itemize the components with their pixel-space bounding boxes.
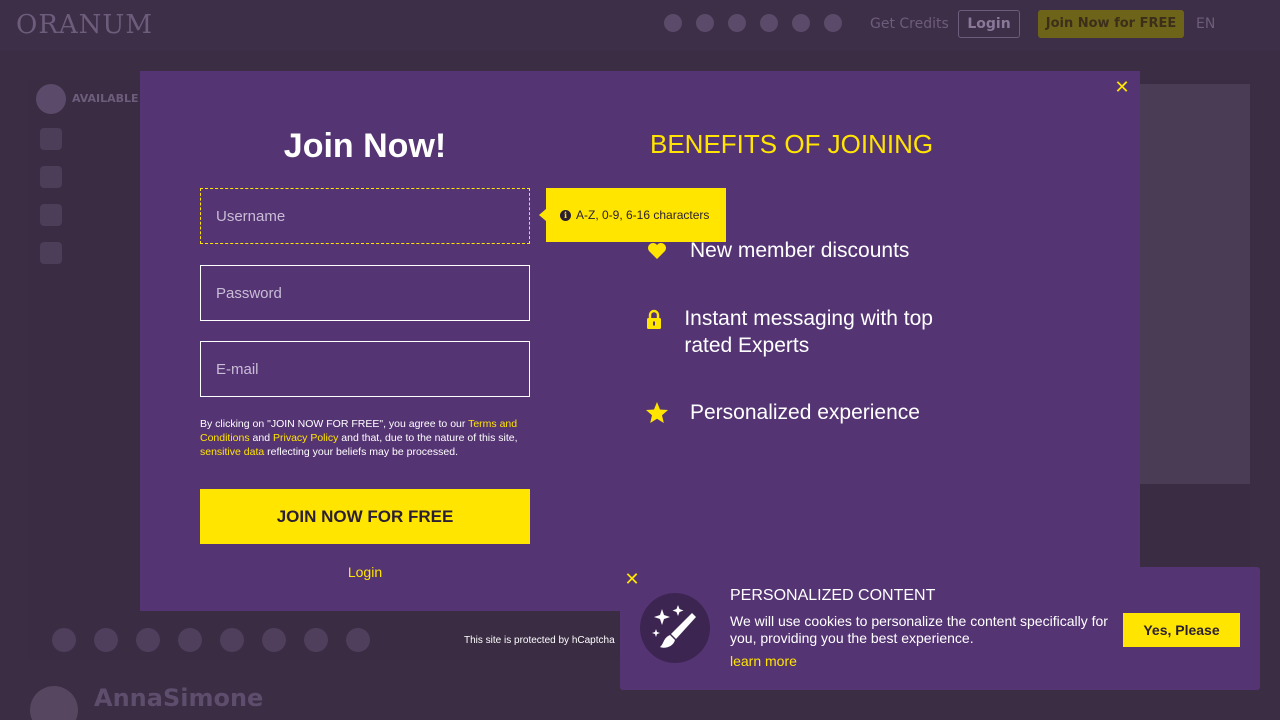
join-now-button[interactable]: JOIN NOW FOR FREE — [200, 489, 530, 544]
login-link[interactable]: Login — [200, 564, 530, 580]
terms-middle: and that, due to the nature of this site… — [338, 432, 518, 444]
expert-name: AnnaSimone — [94, 684, 264, 712]
alerts-icon[interactable] — [696, 14, 714, 32]
toolbar-icon[interactable] — [94, 628, 118, 652]
info-icon: i — [560, 209, 571, 221]
terms-and: and — [249, 432, 273, 444]
benefit-item: New member discounts — [646, 237, 909, 264]
heart-icon[interactable] — [40, 204, 62, 226]
privacy-policy-link[interactable]: Privacy Policy — [273, 432, 338, 444]
availability-status: AVAILABLE — [72, 92, 139, 105]
username-hint-tooltip: i A-Z, 0-9, 6-16 characters — [539, 188, 726, 242]
email-input[interactable] — [200, 341, 530, 397]
benefit-text: New member discounts — [690, 239, 910, 262]
benefits-title: BENEFITS OF JOINING — [650, 129, 934, 159]
benefit-item: Personalized experience — [646, 399, 920, 426]
gift-icon[interactable] — [40, 242, 62, 264]
toolbar-icon[interactable] — [346, 628, 370, 652]
experts-icon[interactable] — [664, 14, 682, 32]
favorite-icon[interactable] — [40, 128, 62, 150]
lock-icon — [646, 305, 662, 332]
toolbar-icon[interactable] — [178, 628, 202, 652]
close-icon[interactable]: ✕ — [1112, 77, 1132, 99]
header-nav-icons — [664, 14, 842, 32]
join-title: Join Now! — [283, 127, 447, 165]
terms-notice: By clicking on "JOIN NOW FOR FREE", you … — [200, 417, 530, 459]
crown-icon[interactable] — [728, 14, 746, 32]
username-hint-text: A-Z, 0-9, 6-16 characters — [576, 208, 710, 222]
benefit-text: Personalized experience — [690, 401, 920, 424]
expert-avatar — [36, 84, 66, 114]
diamond-icon[interactable] — [792, 14, 810, 32]
credits-icon[interactable] — [824, 14, 842, 32]
magic-brush-icon — [640, 593, 710, 663]
site-logo[interactable]: ORANUM — [16, 10, 153, 40]
accept-cookies-button[interactable]: Yes, Please — [1123, 613, 1240, 647]
mail-icon[interactable] — [40, 166, 62, 188]
toolbar-icon[interactable] — [220, 628, 244, 652]
username-input[interactable] — [200, 188, 530, 244]
join-modal: ✕ Join Now! i A-Z, 0-9, 6-16 characters … — [140, 71, 1140, 646]
star-icon — [646, 399, 668, 426]
profile-side-actions — [40, 128, 62, 264]
terms-prefix: By clicking on "JOIN NOW FOR FREE", you … — [200, 418, 469, 430]
site-header: ORANUM Get Credits Login Join Now for FR… — [0, 0, 1280, 50]
cookie-title: PERSONALIZED CONTENT — [730, 587, 936, 604]
toolbar-icon[interactable] — [52, 628, 76, 652]
toolbar-icon[interactable] — [262, 628, 286, 652]
heart-icon — [646, 237, 668, 264]
language-selector[interactable]: EN — [1196, 16, 1215, 32]
expert-name-avatar — [30, 686, 78, 720]
benefit-text: Instant messaging with top rated Experts — [684, 307, 933, 357]
benefit-item: Instant messaging with top rated Experts — [646, 305, 966, 359]
password-input[interactable] — [200, 265, 530, 321]
toolbar-icon[interactable] — [304, 628, 328, 652]
learn-more-link[interactable]: learn more — [730, 653, 797, 669]
cookie-banner: ✕ PERSONALIZED CONTENT We will use cooki… — [620, 567, 1260, 690]
terms-suffix: reflecting your beliefs may be processed… — [264, 446, 458, 458]
header-login-button[interactable]: Login — [958, 10, 1020, 38]
profile-toolbar — [52, 628, 370, 652]
get-credits-link[interactable]: Get Credits — [870, 16, 949, 32]
header-join-button[interactable]: Join Now for FREE — [1038, 10, 1184, 38]
sensitive-data-link[interactable]: sensitive data — [200, 446, 264, 458]
expert-photo — [1140, 84, 1250, 484]
cookie-text: We will use cookies to personalize the c… — [730, 613, 1108, 646]
toolbar-icon[interactable] — [136, 628, 160, 652]
trophy-icon[interactable] — [760, 14, 778, 32]
hcaptcha-notice: This site is protected by hCaptcha — [464, 635, 615, 646]
close-icon[interactable]: ✕ — [622, 569, 642, 591]
